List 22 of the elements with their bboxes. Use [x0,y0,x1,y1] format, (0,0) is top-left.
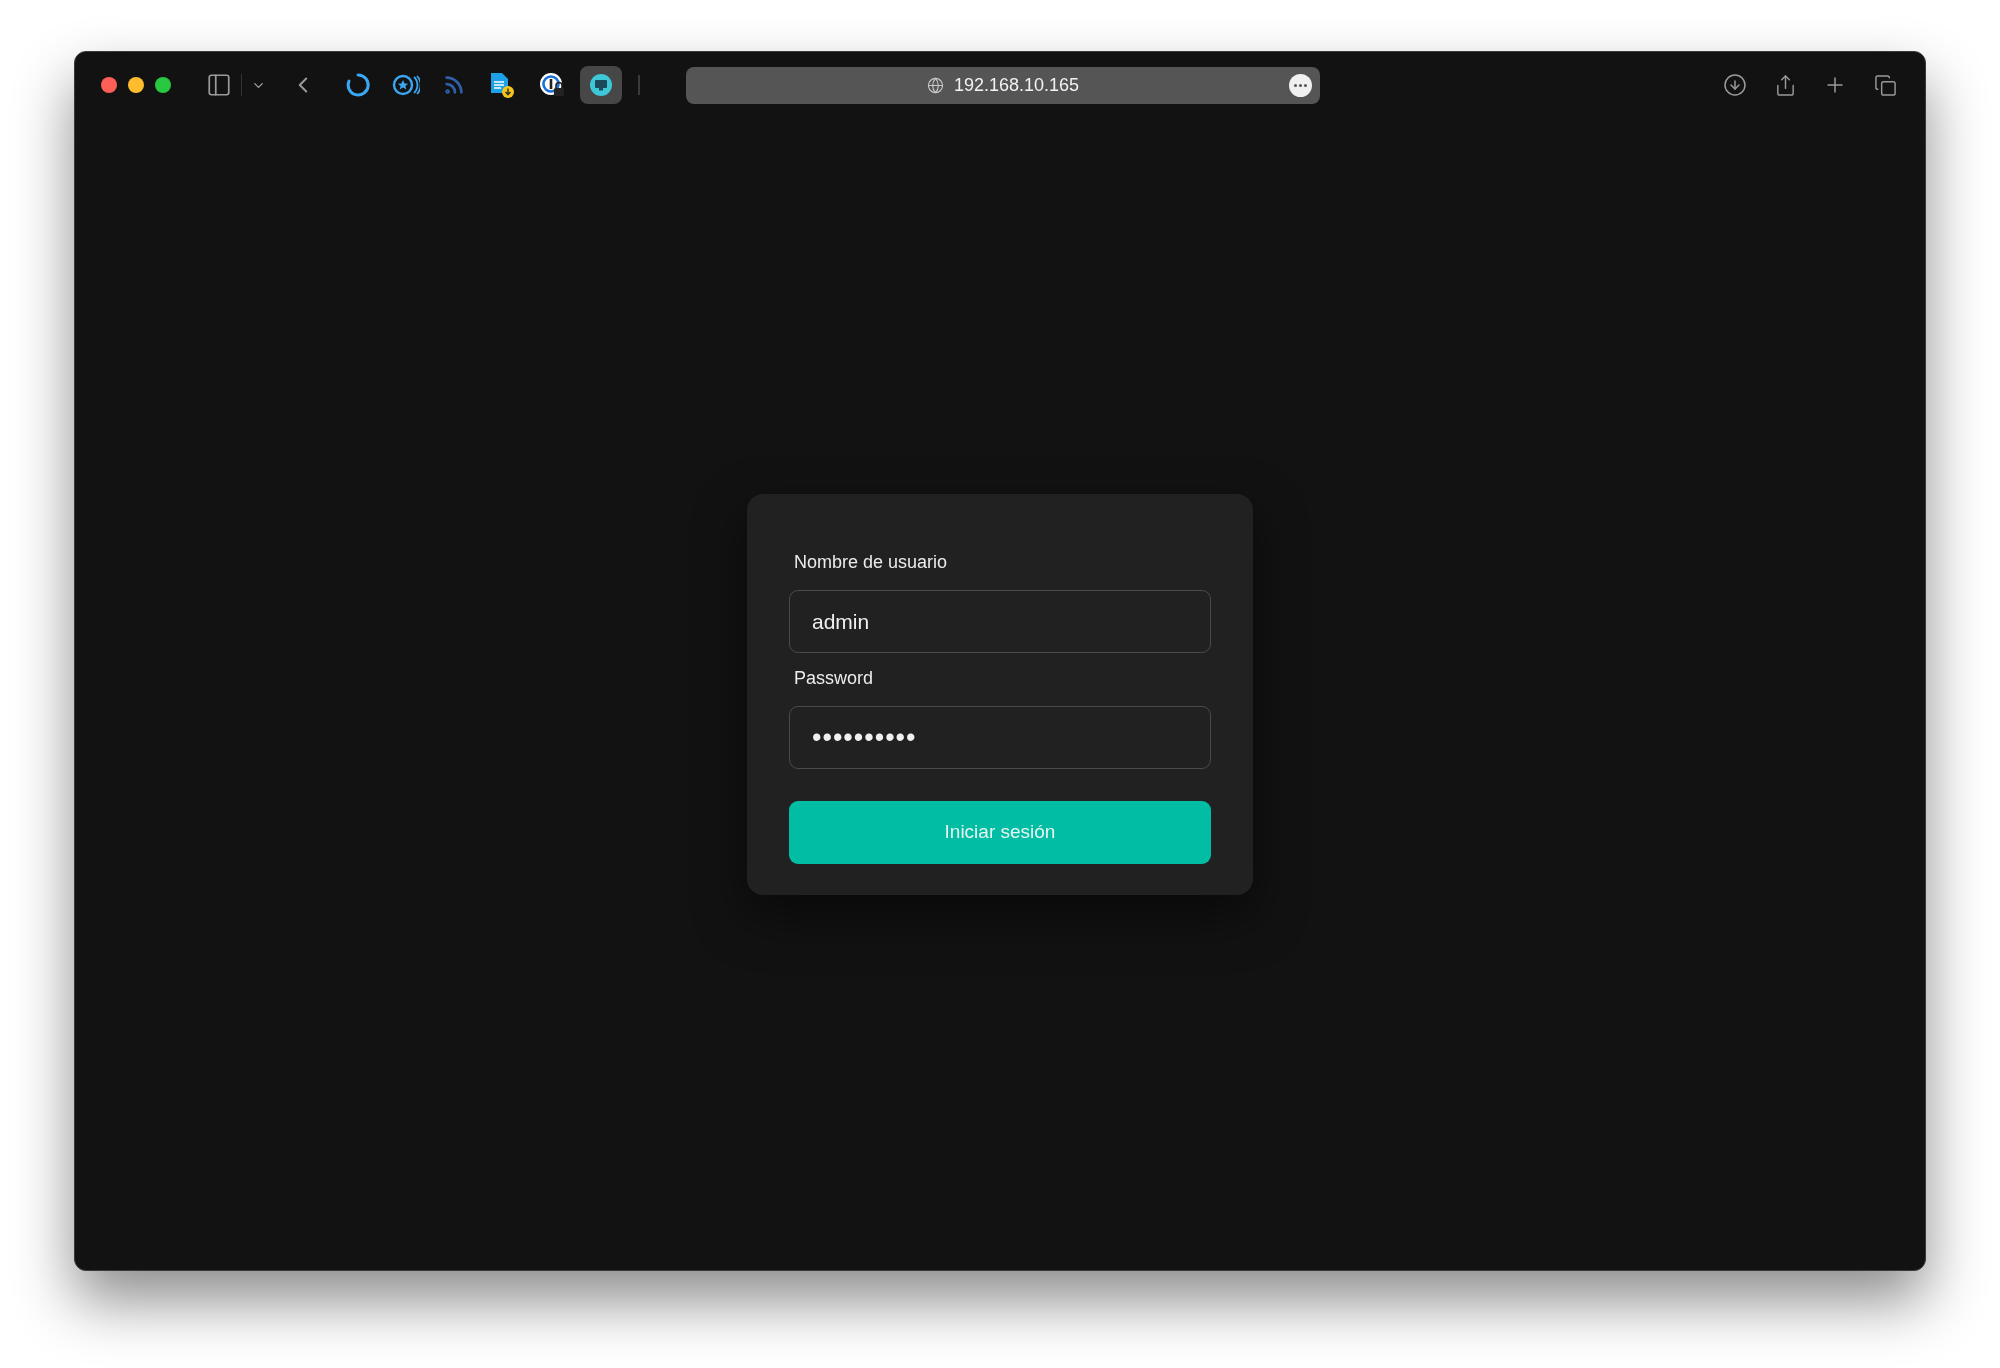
address-text: 192.168.10.165 [953,73,1080,97]
document-download-icon [489,71,515,99]
password-lock-icon [538,71,566,99]
download-icon [1723,73,1747,97]
sidebar-icon [206,72,232,98]
close-window-button[interactable] [101,77,117,93]
field-label: Password [794,667,875,690]
username-field[interactable]: admin [789,590,1211,653]
field-label: Nombre de usuario [794,551,949,574]
rss-icon [443,74,465,96]
address-bar[interactable]: 192.168.10.165 [686,66,1320,104]
monitor-icon [589,73,613,97]
minimize-window-button[interactable] [128,77,144,93]
ellipsis-icon [1294,83,1307,87]
loading-ring-icon [345,72,371,98]
extension-button[interactable] [580,66,622,104]
maximize-window-button[interactable] [155,77,171,93]
password-field[interactable]: •••••••••• [789,706,1211,769]
globe-icon [926,76,944,94]
star-signal-icon [392,73,420,97]
tabs-overview-icon [1873,73,1897,97]
more-options-button[interactable] [1289,73,1312,97]
